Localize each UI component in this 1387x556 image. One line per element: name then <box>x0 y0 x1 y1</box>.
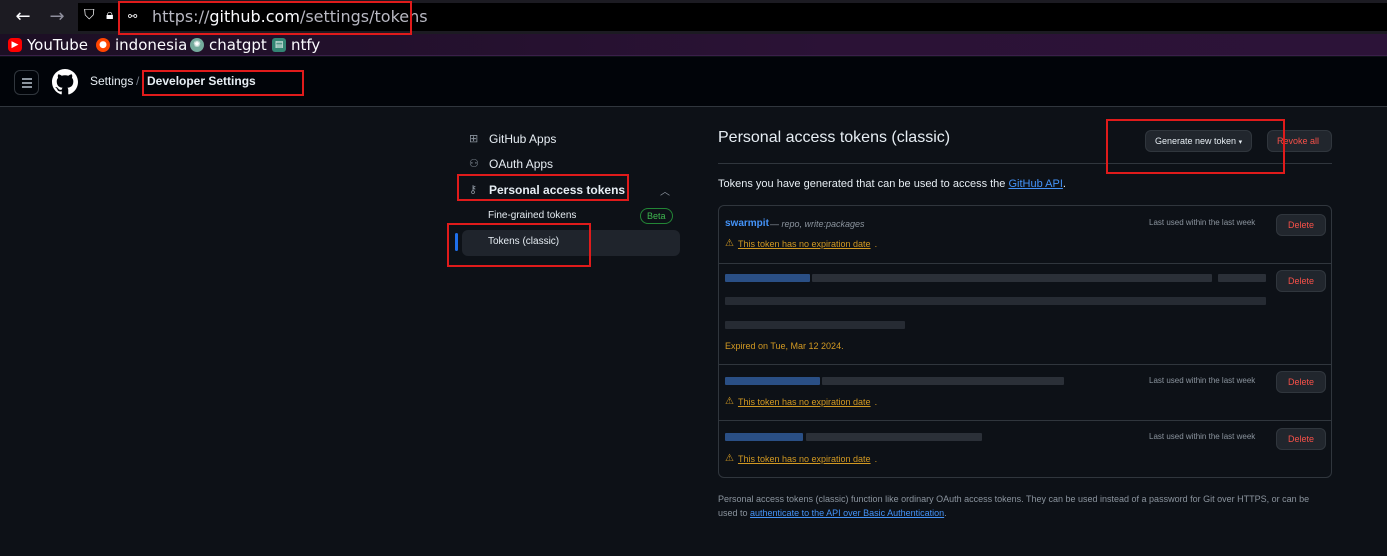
intro-text: Tokens you have generated that can be us… <box>718 178 1066 190</box>
bookmark-chatgpt[interactable]: ✺ chatgpt <box>190 36 267 54</box>
title-divider <box>718 163 1332 164</box>
apps-grid-icon: ⊞ <box>469 132 479 145</box>
github-api-link[interactable]: GitHub API <box>1008 178 1062 190</box>
bookmarks-bar: ▶ YouTube ● indonesia ✺ chatgpt ▤ ntfy <box>0 34 1387 56</box>
breadcrumb-settings[interactable]: Settings <box>90 74 133 88</box>
token-last-used: Last used within the last week <box>1149 376 1256 385</box>
basic-auth-link[interactable]: authenticate to the API over Basic Authe… <box>750 508 944 518</box>
bookmark-indonesia[interactable]: ● indonesia <box>96 36 187 54</box>
token-name-link[interactable]: swarmpit <box>725 218 769 229</box>
token-scopes: — repo, write:packages <box>770 219 865 229</box>
page-title: Personal access tokens (classic) <box>718 129 951 146</box>
chevron-up-icon[interactable]: ︿ <box>660 183 670 198</box>
person-icon: ⚇ <box>469 157 479 170</box>
token-warning: ⚠ This token has no expiration date. <box>725 396 878 407</box>
breadcrumb-separator: / <box>136 74 140 88</box>
generate-new-token-button[interactable]: Generate new token ▾ <box>1145 130 1253 152</box>
back-arrow-icon[interactable]: ← <box>12 6 34 28</box>
forward-arrow-icon[interactable]: → <box>46 6 68 28</box>
lock-icon[interactable]: 🔒︎ <box>106 7 113 23</box>
sidebar-item-personal-access-tokens[interactable]: ⚷ Personal access tokens <box>469 183 625 197</box>
browser-toolbar: ← → ⛉ 🔒︎ ⚯ https://github.com/settings/t… <box>0 0 1387 34</box>
row-divider <box>718 364 1332 365</box>
row-divider <box>718 420 1332 421</box>
token-warning: ⚠ This token has no expiration date. <box>725 238 878 249</box>
menu-icon[interactable] <box>14 70 39 95</box>
active-indicator <box>455 233 458 251</box>
url-text[interactable]: https://github.com/settings/tokens <box>152 7 428 26</box>
breadcrumb-developer-settings[interactable]: Developer Settings <box>147 74 256 88</box>
sidebar-item-oauth-apps[interactable]: ⚇ OAuth Apps <box>469 157 553 171</box>
delete-token-button[interactable]: Delete <box>1276 428 1326 450</box>
permissions-icon[interactable]: ⚯ <box>128 10 137 23</box>
youtube-icon: ▶ <box>8 38 22 52</box>
shield-icon[interactable]: ⛉ <box>84 7 95 23</box>
github-header: Settings / Developer Settings <box>0 57 1387 107</box>
token-last-used: Last used within the last week <box>1149 218 1256 227</box>
delete-token-button[interactable]: Delete <box>1276 214 1326 236</box>
delete-token-button[interactable]: Delete <box>1276 270 1326 292</box>
beta-badge: Beta <box>640 208 673 224</box>
bookmark-youtube[interactable]: ▶ YouTube <box>8 36 88 54</box>
revoke-all-button[interactable]: Revoke all <box>1267 130 1332 152</box>
caret-down-icon: ▾ <box>1238 139 1243 146</box>
sidebar-item-fine-grained-tokens[interactable]: Fine-grained tokens <box>488 210 576 221</box>
key-icon: ⚷ <box>469 183 478 196</box>
reddit-icon: ● <box>96 38 110 52</box>
delete-token-button[interactable]: Delete <box>1276 371 1326 393</box>
bookmark-ntfy[interactable]: ▤ ntfy <box>272 36 320 54</box>
alert-icon: ⚠ <box>725 453 734 464</box>
ntfy-icon: ▤ <box>272 38 286 52</box>
github-logo-icon[interactable] <box>52 69 78 95</box>
token-warning: ⚠ This token has no expiration date. <box>725 453 878 464</box>
row-divider <box>718 263 1332 264</box>
alert-icon: ⚠ <box>725 238 734 249</box>
chatgpt-icon: ✺ <box>190 38 204 52</box>
sidebar-item-tokens-classic[interactable]: Tokens (classic) <box>488 236 559 247</box>
token-last-used: Last used within the last week <box>1149 432 1256 441</box>
sidebar-item-github-apps[interactable]: ⊞ GitHub Apps <box>469 132 556 146</box>
alert-icon: ⚠ <box>725 396 734 407</box>
footer-note: Personal access tokens (classic) functio… <box>718 494 1310 518</box>
token-expired-text: Expired on Tue, Mar 12 2024. <box>725 341 844 351</box>
